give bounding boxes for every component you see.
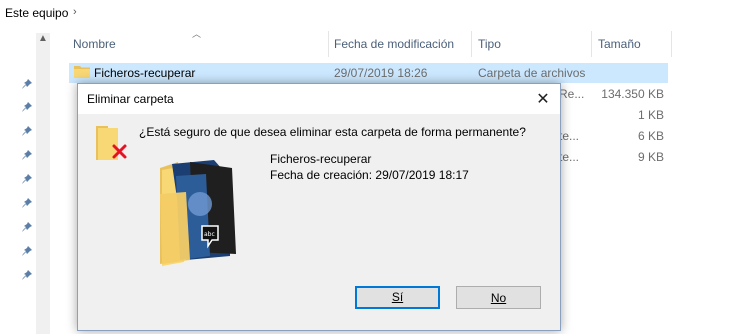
chevron-right-icon[interactable]: › (73, 6, 77, 18)
row-type: te... (559, 129, 580, 143)
dialog-title: Eliminar carpeta (87, 92, 174, 106)
row-size: 6 KB (637, 129, 664, 143)
no-button[interactable]: No (456, 286, 541, 309)
folder-preview-icon: abc (160, 160, 236, 266)
dialog-title-bar[interactable]: Eliminar carpeta ✕ (78, 84, 560, 114)
pin-icon[interactable] (21, 125, 33, 137)
scroll-up-icon[interactable]: ▲ (38, 33, 48, 44)
pin-icon[interactable] (21, 221, 33, 233)
confirm-question: ¿Está seguro de que desea eliminar esta … (139, 125, 526, 139)
row-size: 134.350 KB (601, 87, 664, 101)
column-divider[interactable] (328, 31, 329, 57)
row-name[interactable]: Ficheros-recuperar (94, 66, 195, 80)
column-header-type[interactable]: Tipo (478, 37, 501, 51)
pin-icon[interactable] (21, 78, 33, 90)
column-divider[interactable] (671, 31, 672, 57)
yes-button-label: Sí (391, 290, 404, 304)
row-type: Re... (559, 87, 585, 101)
item-name: Ficheros-recuperar (270, 152, 372, 166)
row-size: 1 KB (637, 108, 664, 122)
delete-folder-dialog: Eliminar carpeta ✕ ¿Está seguro de que d… (77, 83, 561, 331)
pin-icon[interactable] (21, 149, 33, 161)
column-divider[interactable] (591, 31, 592, 57)
close-icon[interactable]: ✕ (533, 89, 553, 109)
row-date: 29/07/2019 18:26 (334, 66, 428, 80)
row-type: te... (559, 150, 580, 164)
row-type: Carpeta de archivos (478, 66, 586, 80)
no-button-label: No (490, 291, 507, 305)
breadcrumb-este-equipo[interactable]: Este equipo (5, 6, 68, 20)
item-created-date: Fecha de creación: 29/07/2019 18:17 (270, 168, 469, 182)
column-header-size[interactable]: Tamaño (598, 37, 641, 51)
row-size: 9 KB (637, 150, 664, 164)
column-header-date[interactable]: Fecha de modificación (334, 37, 454, 51)
address-bar[interactable]: Este equipo › (0, 0, 752, 27)
svg-text:abc: abc (204, 231, 215, 238)
nav-scrollbar[interactable] (36, 33, 50, 334)
column-divider[interactable] (471, 31, 472, 57)
pin-icon[interactable] (21, 173, 33, 185)
yes-button[interactable]: Sí (355, 286, 440, 309)
delete-folder-icon (96, 126, 127, 160)
pin-icon[interactable] (21, 245, 33, 257)
sort-ascending-icon: ︿ (192, 29, 202, 39)
pin-icon[interactable] (21, 269, 33, 281)
column-header-name[interactable]: Nombre (73, 37, 116, 51)
pin-icon[interactable] (21, 197, 33, 209)
pin-icon[interactable] (21, 101, 33, 113)
folder-icon (74, 66, 90, 78)
